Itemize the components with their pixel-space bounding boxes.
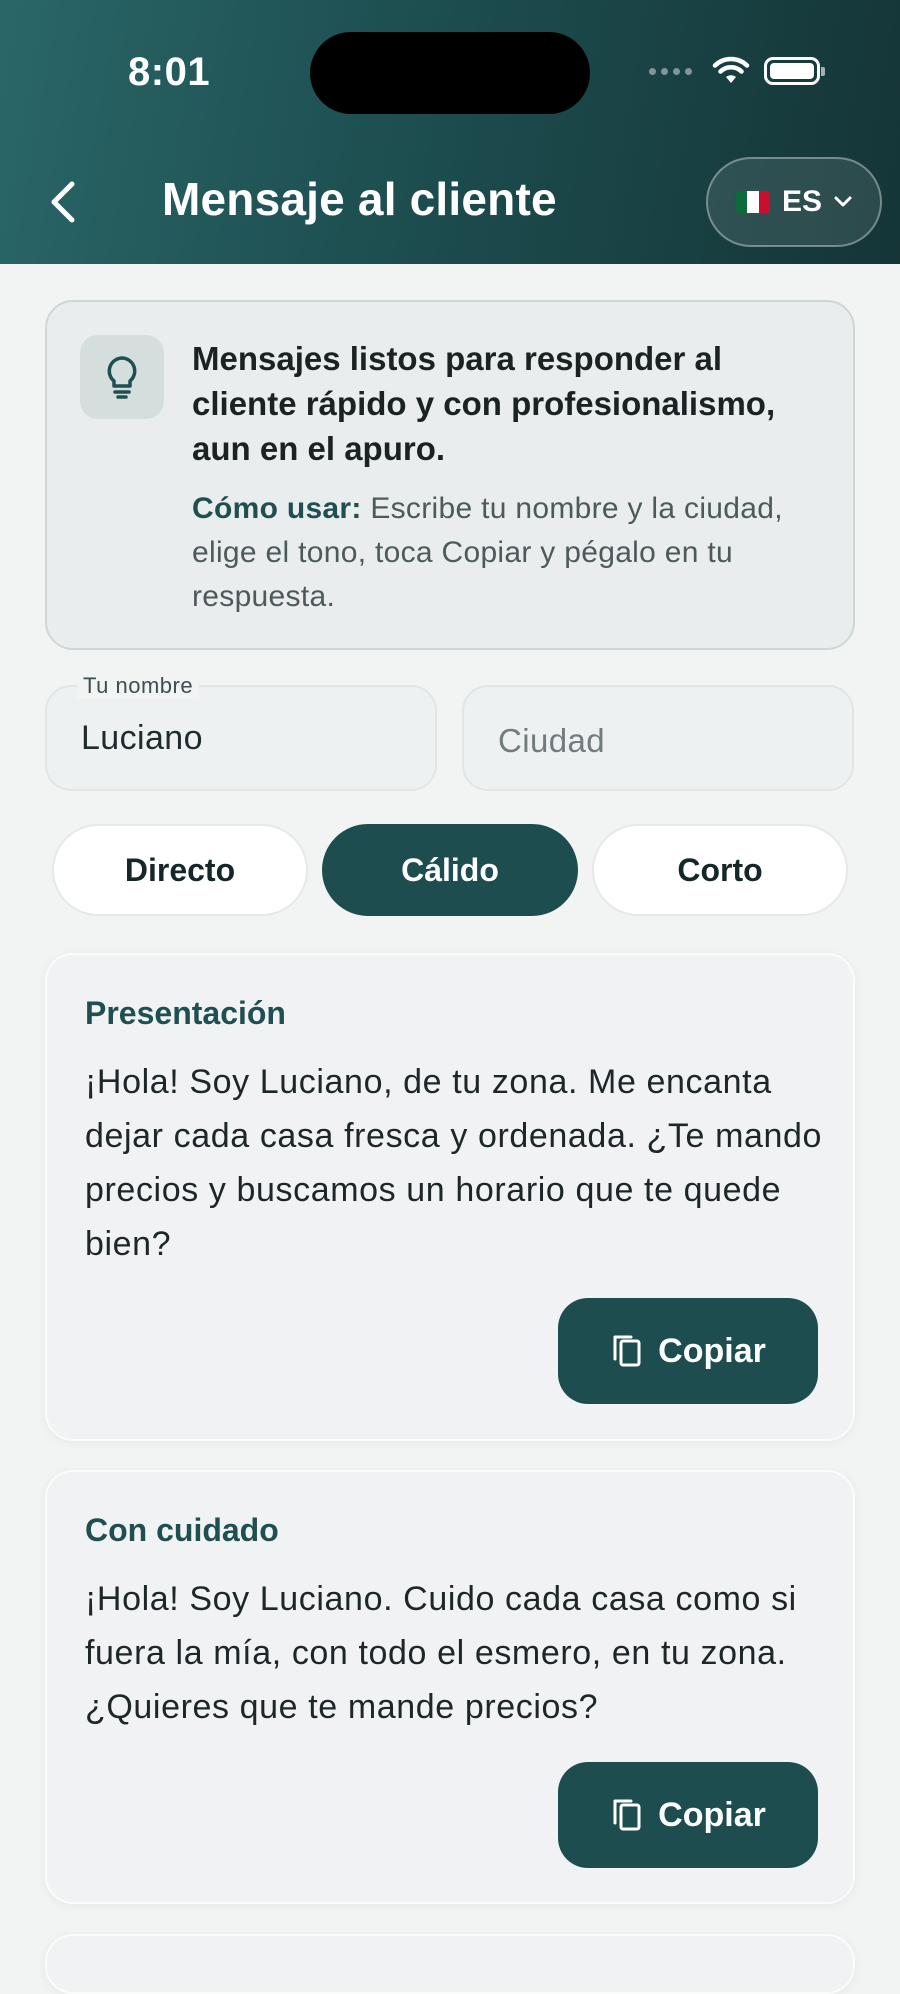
lightbulb-icon xyxy=(80,335,164,419)
message-heading: Presentación xyxy=(85,995,286,1031)
language-code: ES xyxy=(781,185,823,218)
message-card xyxy=(45,1934,855,1994)
info-card: Mensajes listos para responder al client… xyxy=(45,300,855,650)
mexico-flag-icon xyxy=(735,191,770,213)
city-input[interactable] xyxy=(498,717,818,765)
wifi-icon xyxy=(712,56,750,83)
status-icons xyxy=(649,56,825,86)
copy-icon xyxy=(613,1799,641,1831)
name-field-label: Tu nombre xyxy=(77,673,200,699)
status-time: 8:01 xyxy=(128,50,211,94)
how-to-use-text: Cómo usar: Escribe tu nombre y la ciudad… xyxy=(192,487,822,619)
info-title: Mensajes listos para responder al client… xyxy=(192,340,776,467)
message-card: Presentación ¡Hola! Soy Luciano, de tu z… xyxy=(45,953,855,1441)
chevron-left-icon xyxy=(51,181,75,223)
page-title: Mensaje al cliente xyxy=(162,173,557,225)
dynamic-island xyxy=(310,32,590,114)
tone-calido-button[interactable]: Cálido xyxy=(322,824,578,916)
language-selector[interactable]: ES xyxy=(706,157,882,247)
copy-button-label: Copiar xyxy=(658,1795,766,1834)
tone-corto-button[interactable]: Corto xyxy=(592,824,848,916)
copy-button[interactable]: Copiar xyxy=(558,1762,818,1868)
app-header: 8:01 Mensaje al cliente ES xyxy=(0,0,900,264)
message-text: ¡Hola! Soy Luciano. Cuido cada casa como… xyxy=(85,1580,797,1726)
cellular-signal-icon xyxy=(649,67,692,75)
message-heading: Con cuidado xyxy=(85,1512,279,1548)
copy-button[interactable]: Copiar xyxy=(558,1298,818,1404)
chevron-down-icon xyxy=(834,196,852,207)
how-to-use-label: Cómo usar: xyxy=(192,492,362,525)
back-button[interactable] xyxy=(40,170,88,230)
copy-icon xyxy=(613,1335,641,1367)
message-text: ¡Hola! Soy Luciano, de tu zona. Me encan… xyxy=(85,1063,823,1263)
city-field[interactable] xyxy=(462,685,854,791)
name-field[interactable]: Tu nombre Luciano xyxy=(45,673,437,791)
copy-button-label: Copiar xyxy=(658,1331,766,1370)
message-card: Con cuidado ¡Hola! Soy Luciano. Cuido ca… xyxy=(45,1470,855,1904)
battery-icon xyxy=(764,57,825,85)
tone-directo-button[interactable]: Directo xyxy=(52,824,308,916)
name-field-value[interactable]: Luciano xyxy=(81,719,203,758)
